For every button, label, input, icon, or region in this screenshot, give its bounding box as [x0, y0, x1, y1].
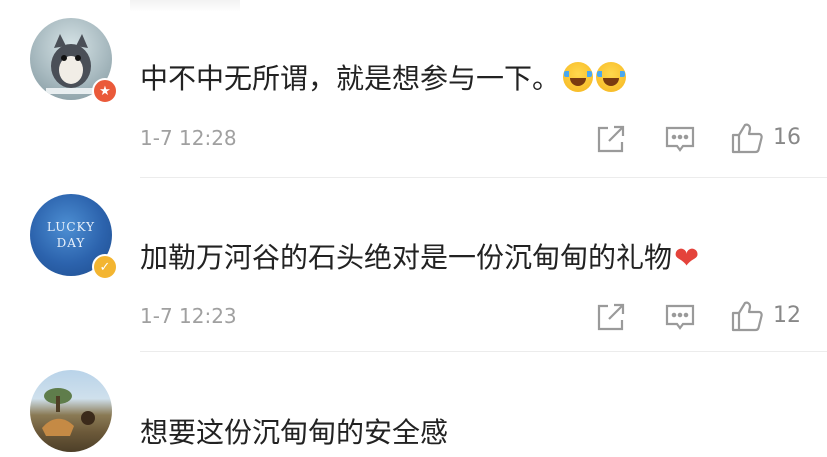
share-icon[interactable] [594, 122, 628, 156]
comment-time: 1-7 12:23 [140, 304, 237, 328]
share-icon[interactable] [594, 300, 628, 334]
avatar-text-lucky: LUCKY [46, 220, 96, 234]
thumbs-up-icon[interactable] [730, 121, 764, 155]
avatar-text-day: DAY [56, 236, 86, 250]
comment-time: 1-7 12:28 [140, 126, 237, 150]
star-badge-icon: ★ [92, 78, 118, 104]
avatar-container[interactable]: LUCKY DAY ✓ [30, 194, 118, 280]
heart-emoji-icon: ❤ [674, 241, 700, 276]
landscape-avatar-icon[interactable] [30, 370, 112, 452]
thumbs-up-icon[interactable] [730, 299, 764, 333]
laugh-cry-emoji-icon [563, 62, 594, 92]
comment-item: 想要这份沉甸甸的安全感 [0, 352, 827, 457]
comment-icon[interactable] [663, 122, 697, 156]
comment-icon[interactable] [663, 300, 697, 334]
laugh-cry-emoji-icon [596, 62, 627, 92]
avatar-container[interactable] [30, 370, 112, 452]
comment-text: 中不中无所谓，就是想参与一下。 [140, 62, 627, 96]
comment-text: 加勒万河谷的石头绝对是一份沉甸甸的礼物❤ [140, 241, 700, 276]
like-count: 16 [773, 125, 801, 150]
comment-item: LUCKY DAY ✓ 加勒万河谷的石头绝对是一份沉甸甸的礼物❤ 1-7 12:… [0, 178, 827, 352]
comment-text: 想要这份沉甸甸的安全感 [140, 416, 449, 449]
like-count: 12 [773, 303, 801, 328]
verified-v-badge-icon: ✓ [92, 254, 118, 280]
avatar-container[interactable]: ★ [30, 18, 118, 104]
comment-item: ★ 中不中无所谓，就是想参与一下。 1-7 12:28 16 [0, 0, 827, 178]
comment-list: ★ 中不中无所谓，就是想参与一下。 1-7 12:28 16 LUCKY DAY… [0, 0, 827, 457]
